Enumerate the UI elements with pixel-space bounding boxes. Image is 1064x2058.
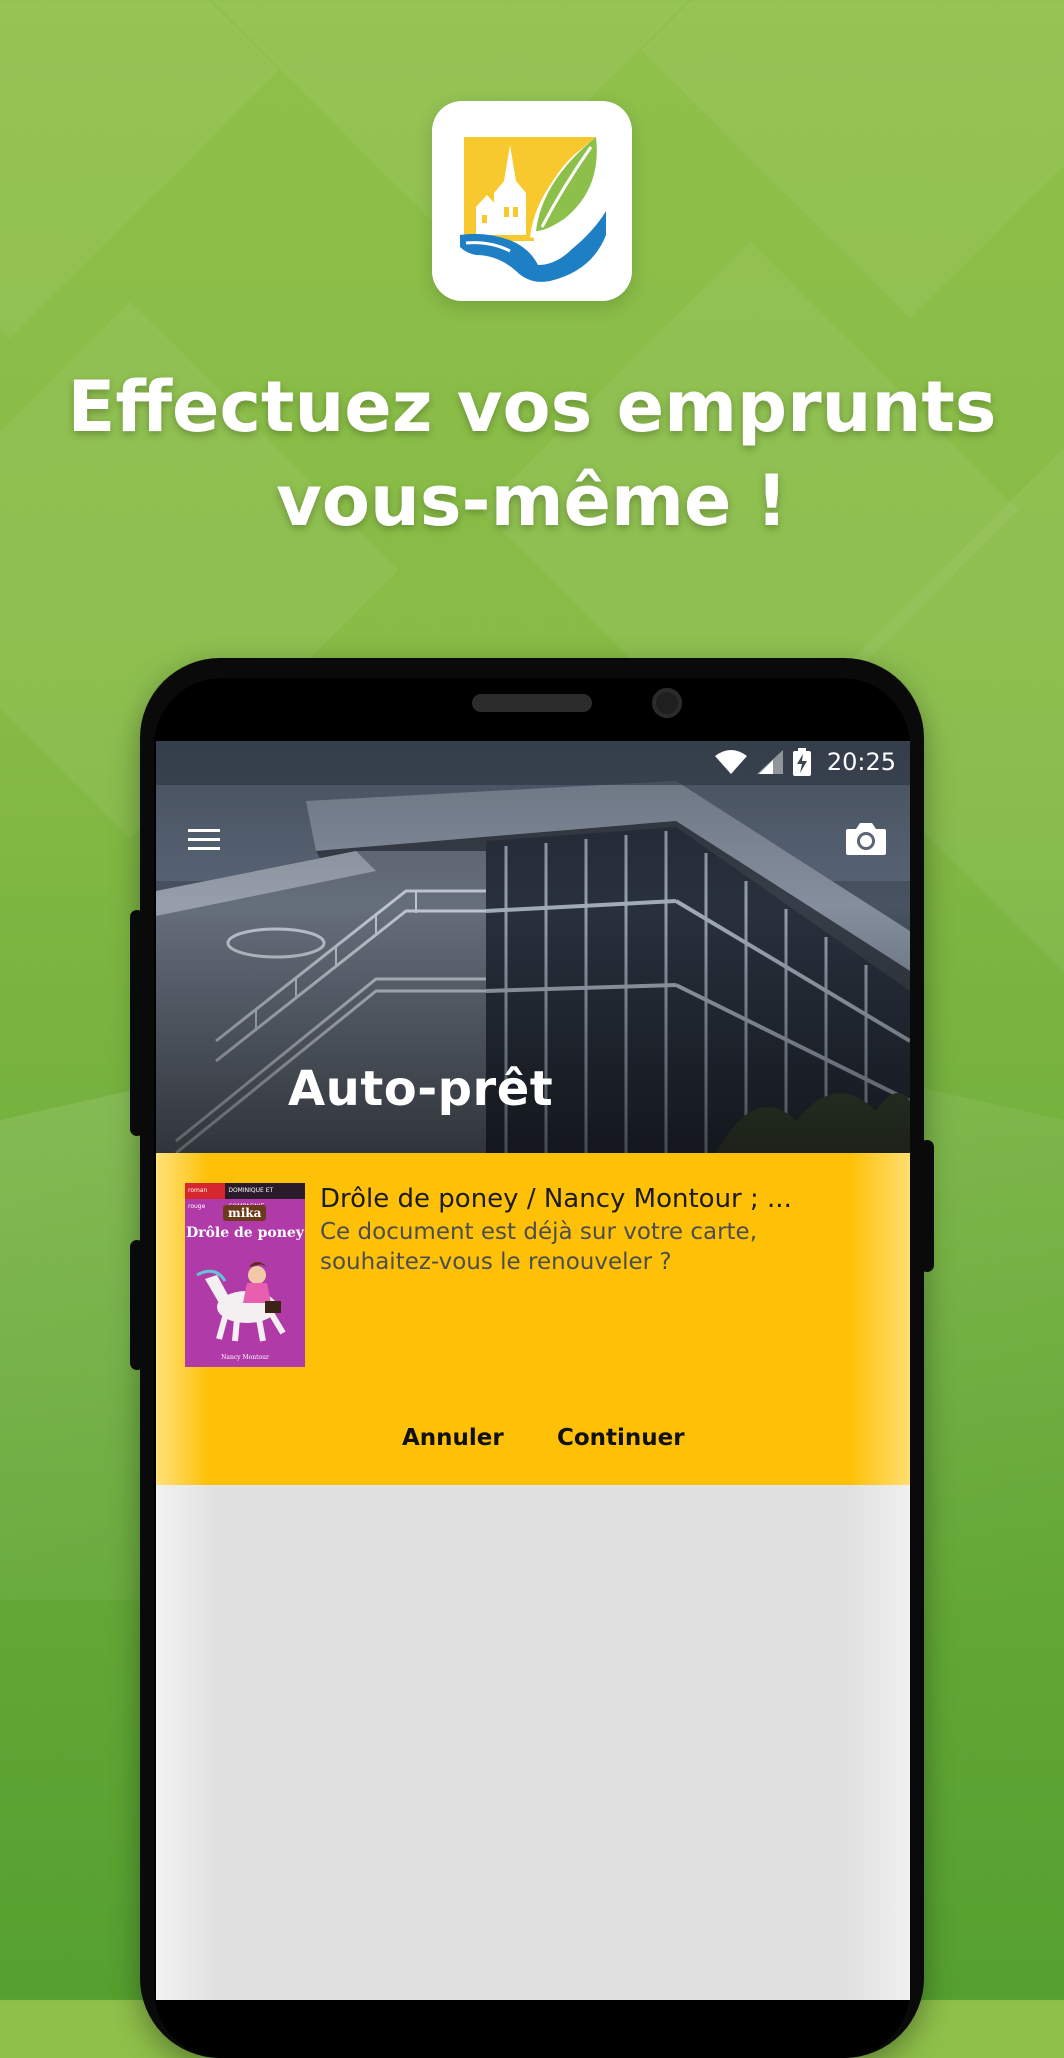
headline-line-2: vous-même ! [276, 460, 788, 542]
battery-charging-icon [792, 748, 811, 776]
dialog-actions: Annuler Continuer [156, 1425, 910, 1465]
phone-volume-down-button [130, 1240, 144, 1370]
wifi-icon [714, 750, 747, 774]
camera-icon [846, 823, 886, 855]
cover-series-tag: roman rouge [185, 1183, 226, 1210]
phone-power-button [920, 1140, 934, 1272]
cancel-button[interactable]: Annuler [402, 1425, 504, 1451]
cover-publisher: DOMINIQUE ET COMPAGNIE [228, 1187, 274, 1210]
cover-title: Drôle de poney [186, 1225, 304, 1241]
status-time: 20:25 [826, 748, 896, 776]
promo-headline: Effectuez vos emprunts vous-même ! [0, 360, 1064, 548]
book-cover: roman rouge DOMINIQUE ET COMPAGNIE mika … [185, 1183, 305, 1367]
renewal-message: Ce document est déjà sur votre carte, so… [320, 1219, 757, 1275]
camera-button[interactable] [842, 815, 890, 863]
empty-content-area [156, 1485, 910, 2000]
continue-button[interactable]: Continuer [557, 1425, 685, 1451]
document-title: Drôle de poney / Nancy Montour ; ... [320, 1184, 792, 1214]
menu-button[interactable] [186, 821, 226, 861]
status-bar: 20:25 [156, 741, 910, 785]
page-title: Auto-prêt [288, 1061, 554, 1117]
renewal-dialog: roman rouge DOMINIQUE ET COMPAGNIE mika … [156, 1153, 910, 1485]
pony-illustration-icon [196, 1262, 286, 1342]
phone-speaker [472, 694, 592, 712]
phone-front-camera [652, 688, 682, 718]
cover-brand: mika [223, 1205, 267, 1221]
menu-icon [188, 829, 220, 832]
signal-icon [756, 750, 783, 774]
phone-volume-up-button [130, 910, 144, 1136]
app-header: 20:25 Auto-prêt [156, 741, 910, 1153]
headline-line-1: Effectuez vos emprunts [67, 366, 997, 448]
cover-author: Nancy Montour [221, 1354, 269, 1361]
app-logo [432, 101, 632, 301]
library-logo-icon [460, 137, 606, 282]
app-screen: 20:25 Auto-prêt roman rouge DOMINIQUE ET… [156, 741, 910, 2000]
